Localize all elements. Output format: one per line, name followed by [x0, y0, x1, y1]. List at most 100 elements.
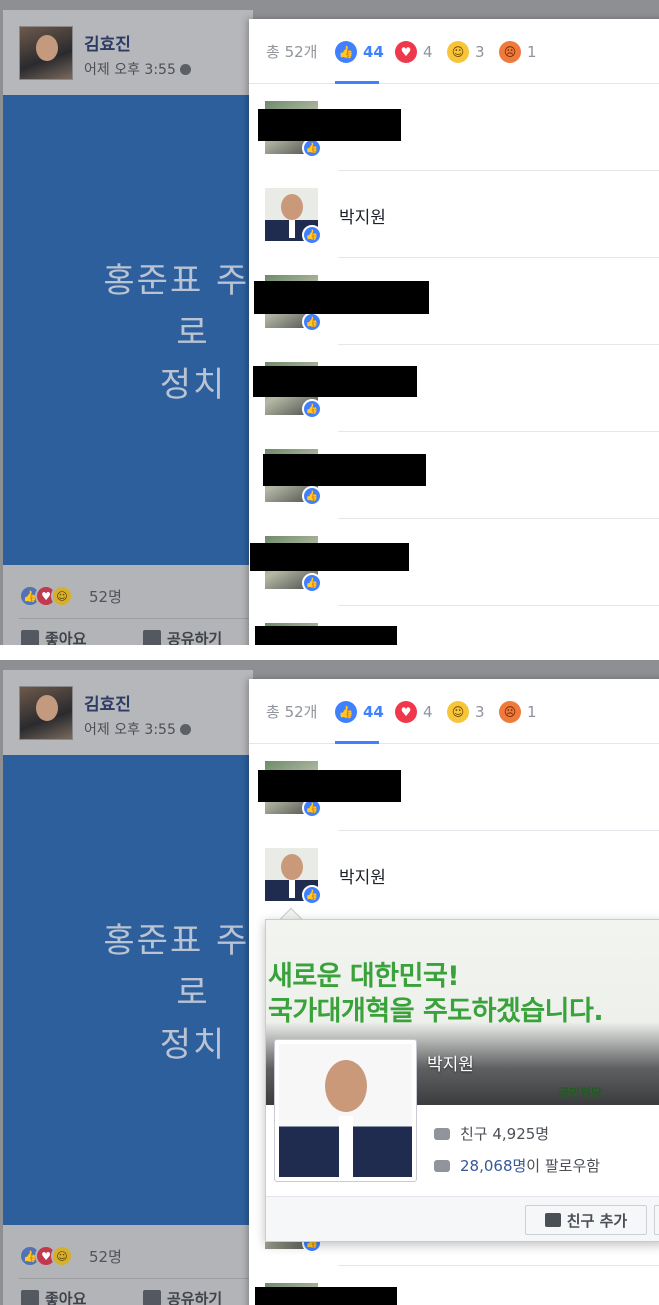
angry-icon: ☹: [499, 41, 521, 63]
friend-count-text: 친구 4,925명: [460, 1125, 550, 1143]
post-image[interactable]: 홍준표 주당 로 정치: [3, 95, 281, 565]
reactor-row[interactable]: 👍 박지원: [249, 171, 659, 258]
tab-love[interactable]: ♥ 4: [395, 41, 433, 63]
redaction-bar: [250, 543, 409, 571]
haha-icon: ☺: [447, 701, 469, 723]
like-badge-icon: 👍: [302, 486, 322, 506]
tab-angry-count: 1: [527, 43, 537, 61]
post-header: 김효진 어제 오후 3:55: [3, 670, 253, 755]
reactor-row[interactable]: 👍 박지원: [249, 831, 659, 918]
tab-all[interactable]: 총 52개: [266, 41, 317, 62]
tab-like[interactable]: 👍 44: [335, 41, 384, 63]
share-button[interactable]: 공유하기: [143, 1288, 222, 1305]
reaction-count[interactable]: 52명: [89, 586, 122, 607]
tab-angry-count: 1: [527, 703, 537, 721]
profile-photo-image: [279, 1044, 412, 1177]
haha-icon: ☺: [447, 41, 469, 63]
share-label: 공유하기: [167, 1290, 223, 1305]
tab-love-count: 4: [423, 43, 433, 61]
redaction-bar: [253, 366, 417, 397]
like-label: 좋아요: [45, 630, 87, 645]
post-footer: 👍 ♥ ☺ 52명 좋아요 공유하기: [3, 1225, 253, 1305]
like-badge-icon: 👍: [302, 399, 322, 419]
profile-name[interactable]: 박지원: [427, 1050, 474, 1075]
background-post: 김효진 어제 오후 3:55 홍준표 주당 로 정치 👍 ♥ ☺ 52명 좋아요…: [3, 10, 281, 645]
panel-gap: [0, 645, 659, 660]
tab-angry[interactable]: ☹ 1: [499, 41, 537, 63]
add-friend-label: 친구 추가: [566, 1211, 628, 1230]
haha-icon: ☺: [51, 585, 73, 607]
tab-like-count: 44: [363, 703, 384, 721]
share-button[interactable]: 공유하기: [143, 628, 222, 645]
hovercard-actions: 친구 추가: [266, 1196, 659, 1241]
author-avatar[interactable]: [19, 686, 73, 740]
like-label: 좋아요: [45, 1290, 87, 1305]
author-name[interactable]: 김효진: [84, 30, 131, 55]
globe-icon: [179, 724, 191, 735]
post-footer: 👍 ♥ ☺ 52명 좋아요 공유하기: [3, 565, 253, 645]
share-label: 공유하기: [167, 630, 223, 645]
follower-suffix: 이 팔로우함: [526, 1157, 601, 1175]
timestamp-text: 어제 오후 3:55: [84, 722, 176, 738]
love-icon: ♥: [395, 41, 417, 63]
redaction-bar: [255, 1287, 397, 1305]
reaction-tabs: 총 52개 👍 44 ♥ 4 ☺ 3 ☹ 1: [249, 679, 659, 744]
tab-love-count: 4: [423, 703, 433, 721]
follower-count[interactable]: 28,068명이 팔로우함: [434, 1155, 600, 1176]
reaction-count[interactable]: 52명: [89, 1246, 122, 1267]
like-badge-icon: 👍: [302, 138, 322, 158]
like-icon: 👍: [335, 701, 357, 723]
add-friend-button[interactable]: 친구 추가: [525, 1205, 647, 1235]
author-name[interactable]: 김효진: [84, 690, 131, 715]
tab-like-count: 44: [363, 43, 384, 61]
author-avatar[interactable]: [19, 26, 73, 80]
redaction-bar: [263, 454, 426, 486]
post-header: 김효진 어제 오후 3:55: [3, 10, 253, 95]
redaction-bar: [258, 109, 401, 141]
follower-number[interactable]: 28,068명: [460, 1157, 526, 1175]
rss-icon: [434, 1160, 450, 1172]
post-timestamp[interactable]: 어제 오후 3:55: [84, 59, 191, 79]
like-icon: 👍: [335, 41, 357, 63]
cover-slogan-line2: 국가대개혁을 주도하겠습니다.: [268, 996, 604, 1027]
reactor-name[interactable]: 박지원: [339, 203, 386, 228]
redaction-bar: [254, 281, 429, 314]
add-friend-icon: [544, 1213, 561, 1227]
tab-all-label: 총 52개: [266, 43, 318, 61]
tab-haha[interactable]: ☺ 3: [447, 701, 485, 723]
post-timestamp[interactable]: 어제 오후 3:55: [84, 719, 191, 739]
like-badge-icon: 👍: [302, 312, 322, 332]
screenshot-panel-1: 김효진 어제 오후 3:55 홍준표 주당 로 정치 👍 ♥ ☺ 52명 좋아요…: [0, 0, 659, 645]
tab-haha-count: 3: [475, 703, 485, 721]
tab-haha[interactable]: ☺ 3: [447, 41, 485, 63]
timestamp-text: 어제 오후 3:55: [84, 62, 176, 78]
reaction-tabs: 총 52개 👍 44 ♥ 4 ☺ 3 ☹ 1: [249, 19, 659, 84]
friends-icon: [434, 1128, 450, 1140]
friend-count[interactable]: 친구 4,925명: [434, 1123, 549, 1144]
tab-angry[interactable]: ☹ 1: [499, 701, 537, 723]
haha-icon: ☺: [51, 1245, 73, 1267]
tab-haha-count: 3: [475, 43, 485, 61]
party-logo: 국민의당: [558, 1086, 603, 1100]
like-badge-icon: 👍: [302, 225, 322, 245]
redaction-bar: [255, 626, 397, 645]
tab-love[interactable]: ♥ 4: [395, 701, 433, 723]
cover-slogan-line1: 새로운 대한민국!: [268, 961, 460, 992]
background-post: 김효진 어제 오후 3:55 홍준표 주당 로 정치 👍 ♥ ☺ 52명 좋아요…: [3, 670, 281, 1305]
tab-all[interactable]: 총 52개: [266, 701, 317, 722]
tab-all-label: 총 52개: [266, 703, 318, 721]
tab-like[interactable]: 👍 44: [335, 701, 384, 723]
post-image[interactable]: 홍준표 주당 로 정치: [3, 755, 281, 1225]
profile-hovercard: 새로운 대한민국! 국가대개혁을 주도하겠습니다. 국민의당 박지원 친구 4,…: [265, 919, 659, 1242]
like-button[interactable]: 좋아요: [21, 1288, 86, 1305]
angry-icon: ☹: [499, 701, 521, 723]
globe-icon: [179, 64, 191, 75]
like-button[interactable]: 좋아요: [21, 628, 86, 645]
more-options-button[interactable]: [654, 1205, 659, 1235]
divider: [19, 618, 253, 619]
thumbs-up-icon: [21, 1290, 39, 1305]
divider: [19, 1278, 253, 1279]
reactor-name[interactable]: 박지원: [339, 863, 386, 888]
like-badge-icon: 👍: [302, 885, 322, 905]
profile-photo[interactable]: [274, 1039, 417, 1182]
